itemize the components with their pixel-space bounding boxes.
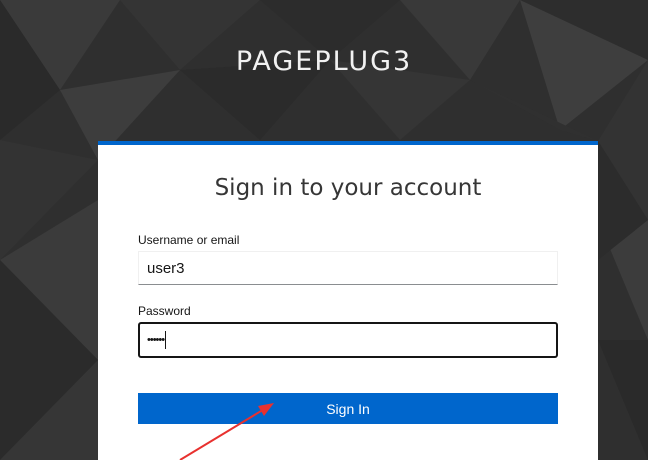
- text-caret: [165, 331, 167, 349]
- sign-in-button-label: Sign In: [326, 400, 370, 417]
- password-value: ••••••: [147, 334, 165, 346]
- username-input[interactable]: user3: [138, 251, 558, 285]
- password-label: Password: [138, 304, 191, 318]
- password-input[interactable]: ••••••: [138, 322, 558, 358]
- sign-in-button[interactable]: Sign In: [138, 393, 558, 424]
- login-card: Sign in to your account Username or emai…: [98, 141, 598, 460]
- brand-title: PAGEPLUG3: [235, 46, 413, 77]
- login-heading: Sign in to your account: [214, 175, 482, 201]
- username-label: Username or email: [138, 233, 240, 247]
- username-value: user3: [147, 259, 185, 277]
